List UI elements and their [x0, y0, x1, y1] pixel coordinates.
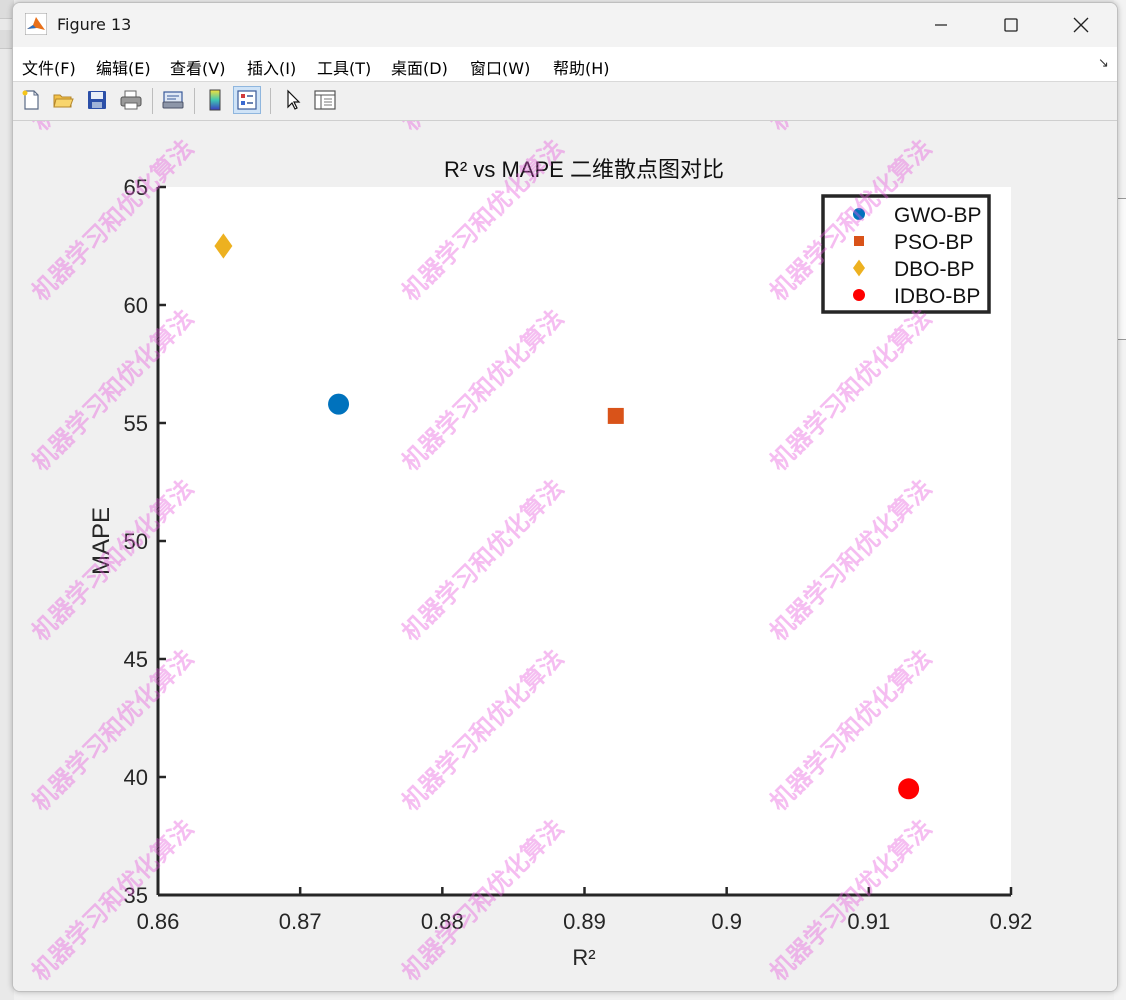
y-tick-label: 45 — [124, 647, 148, 672]
window-title: Figure 13 — [57, 15, 132, 34]
close-icon — [1073, 17, 1089, 33]
toolbar-separator — [194, 88, 195, 114]
x-tick-label: 0.91 — [847, 909, 890, 934]
print-preview-icon — [162, 91, 184, 109]
x-axis-label: R² — [572, 945, 595, 970]
y-axis-label: MAPE — [88, 507, 115, 575]
x-tick-label: 0.87 — [279, 909, 322, 934]
save-icon — [88, 91, 106, 109]
insert-legend-button[interactable] — [233, 86, 261, 114]
menu-bar: 文件(F) 编辑(E) 查看(V) 插入(I) 工具(T) 桌面(D) 窗口(W… — [13, 47, 1117, 82]
property-inspector-button[interactable] — [311, 86, 339, 114]
legend-label: GWO-BP — [894, 204, 982, 227]
title-bar[interactable]: Figure 13 — [13, 3, 1117, 47]
print-preview-button[interactable] — [159, 86, 187, 114]
x-tick-label: 0.89 — [563, 909, 606, 934]
chart-title: R² vs MAPE 二维散点图对比 — [444, 157, 724, 182]
menu-window[interactable]: 窗口(W) — [470, 55, 530, 79]
property-inspector-icon — [314, 90, 336, 110]
dock-arrow-icon[interactable]: ↘ — [1098, 56, 1109, 71]
legend-label: DBO-BP — [894, 258, 975, 281]
menu-file[interactable]: 文件(F) — [22, 55, 76, 79]
y-tick-label: 50 — [124, 529, 148, 554]
y-tick-label: 40 — [124, 765, 148, 790]
x-tick-label: 0.86 — [137, 909, 180, 934]
maximize-icon — [1004, 18, 1018, 32]
legend-marker-pso-bp — [854, 236, 864, 246]
edit-plot-button[interactable] — [279, 86, 307, 114]
data-point-gwo-bp — [328, 393, 350, 415]
maximize-button[interactable] — [976, 3, 1046, 47]
x-tick-label: 0.88 — [421, 909, 464, 934]
y-tick-label: 55 — [124, 411, 148, 436]
y-tick-label: 35 — [124, 883, 148, 908]
menu-desktop[interactable]: 桌面(D) — [391, 55, 448, 79]
menu-insert[interactable]: 插入(I) — [247, 55, 296, 79]
matlab-icon — [25, 13, 47, 35]
new-figure-button[interactable] — [17, 86, 45, 114]
scatter-chart: R² vs MAPE 二维散点图对比 0.86 0.87 0.88 0.89 0.9 0.… — [88, 157, 1033, 970]
pointer-icon — [287, 89, 301, 110]
insert-colorbar-button[interactable] — [201, 86, 229, 114]
menu-help[interactable]: 帮助(H) — [553, 55, 610, 79]
print-button[interactable] — [117, 86, 145, 114]
toolbar-separator — [270, 88, 271, 114]
legend-label: IDBO-BP — [894, 285, 980, 308]
minimize-icon — [935, 24, 947, 26]
save-button[interactable] — [83, 86, 111, 114]
print-icon — [120, 90, 142, 110]
colorbar-icon — [209, 89, 221, 111]
y-tick-label: 60 — [124, 293, 148, 318]
figure-window: Figure 13 文件(F) 编辑(E) 查看(V) 插入(I) 工具(T) … — [12, 2, 1118, 992]
new-figure-icon — [22, 90, 39, 110]
figure-canvas[interactable]: R² vs MAPE 二维散点图对比 0.86 0.87 0.88 0.89 0.9 0.… — [13, 121, 1117, 991]
legend-marker-gwo-bp — [853, 208, 865, 220]
x-tick-label: 0.92 — [990, 909, 1033, 934]
legend-label: PSO-BP — [894, 231, 973, 254]
y-tick-label: 65 — [124, 175, 148, 200]
close-button[interactable] — [1046, 3, 1116, 47]
x-tick-label: 0.9 — [711, 909, 742, 934]
legend[interactable]: GWO-BP PSO-BP DBO-BP IDBO-BP — [821, 194, 991, 314]
legend-marker-idbo-bp — [853, 289, 865, 301]
menu-view[interactable]: 查看(V) — [170, 55, 225, 79]
menu-edit[interactable]: 编辑(E) — [96, 55, 151, 79]
toolbar-separator — [152, 88, 153, 114]
menu-tools[interactable]: 工具(T) — [317, 55, 371, 79]
legend-icon — [237, 90, 257, 110]
data-point-idbo-bp — [898, 778, 920, 800]
toolbar — [13, 82, 1117, 121]
open-file-icon — [53, 94, 74, 108]
data-point-pso-bp — [607, 407, 624, 424]
open-file-button[interactable] — [49, 86, 77, 114]
minimize-button[interactable] — [906, 3, 976, 47]
